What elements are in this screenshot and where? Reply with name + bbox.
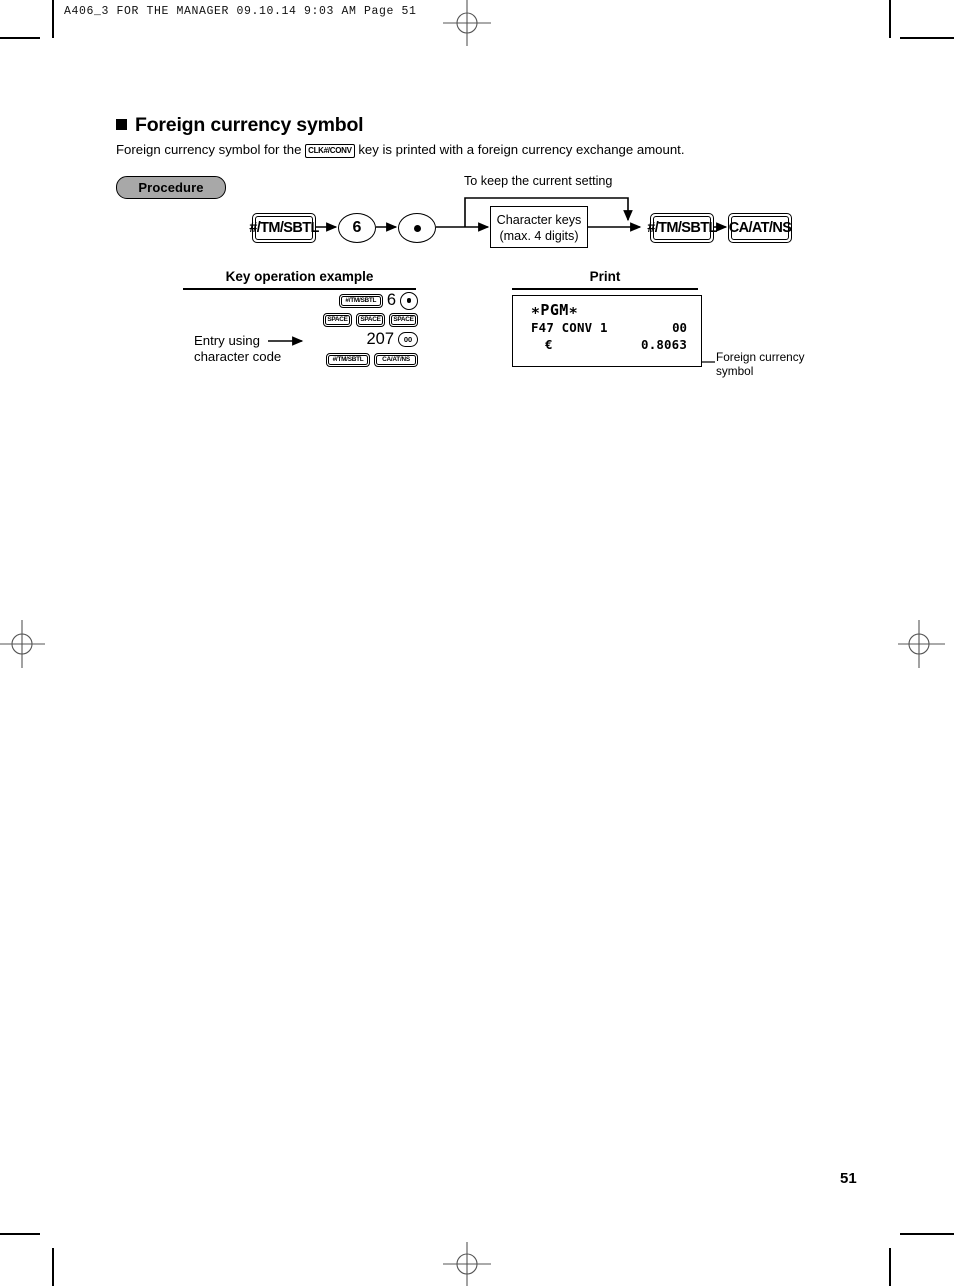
flow-key-six-label: 6 [352, 219, 362, 236]
key-button-space-2: SPACE [356, 312, 385, 327]
receipt-currency-symbol: € [545, 337, 553, 352]
square-bullet-icon [116, 119, 127, 130]
entry-annotation-line2: character code [194, 348, 282, 364]
key-digit-six: 6 [386, 291, 396, 309]
procedure-flow-diagram: To keep the current setting #/TM/SBTL 6 … [240, 172, 810, 252]
receipt-callout-line2: symbol [716, 363, 754, 378]
receipt-header: ∗PGM∗ [531, 301, 579, 319]
intro-text-before: Foreign currency symbol for the [116, 142, 302, 157]
key-button-decimal-point [400, 291, 418, 310]
key-button-ca-at-ns: CA/AT/NS [374, 352, 418, 367]
entry-annotation: Entry using character code [194, 333, 281, 364]
key-sequence-row: 207 00 [308, 330, 418, 349]
flow-box-character-keys-line2: (max. 4 digits) [499, 229, 579, 243]
flow-box-character-keys-line1: Character keys [496, 213, 582, 227]
receipt-line2-value: 00 [672, 320, 687, 335]
intro-text-after: key is printed with a foreign currency e… [358, 142, 685, 157]
flow-key-decimal-point [398, 213, 436, 243]
key-sequence-row: #/TM/SBTL 6 [308, 291, 418, 310]
key-button-tm-sbtl: #/TM/SBTL [338, 293, 383, 308]
decimal-point-icon-small [406, 298, 412, 303]
key-button-space-1: SPACE [323, 312, 352, 327]
key-digits-207: 207 [366, 330, 394, 348]
procedure-badge: Procedure [116, 176, 226, 199]
decimal-point-icon [413, 224, 421, 232]
receipt-line3-value: 0.8063 [641, 337, 687, 352]
flow-key-tm-sbtl-1: #/TM/SBTL [249, 213, 319, 243]
flow-key-six: 6 [338, 213, 376, 243]
flow-key-ca-at-ns-label: CA/AT/NS [729, 216, 792, 240]
flow-key-tm-sbtl-2-label: #/TM/SBTL [647, 216, 717, 240]
receipt-callout: Foreign currency symbol [716, 350, 805, 378]
flow-key-tm-sbtl-2: #/TM/SBTL [647, 213, 717, 243]
flow-box-character-keys: Character keys (max. 4 digits) [490, 206, 588, 248]
intro-paragraph: Foreign currency symbol for the CLK#/CON… [116, 142, 685, 158]
page-content: Foreign currency symbol Foreign currency… [0, 0, 954, 1286]
page-title: Foreign currency symbol [116, 114, 364, 137]
key-sequence-row: #/TM/SBTL CA/AT/NS [308, 351, 418, 368]
receipt-line2-label: F47 CONV 1 [531, 320, 608, 335]
key-button-double-zero: 00 [398, 332, 418, 347]
entry-annotation-line1: Entry using [194, 333, 260, 348]
key-sequence-row: SPACE SPACE SPACE [308, 311, 418, 328]
key-operation-heading: Key operation example [225, 269, 374, 284]
flow-key-tm-sbtl-1-label: #/TM/SBTL [249, 216, 319, 240]
key-button-space-3: SPACE [389, 312, 418, 327]
receipt-callout-line1: Foreign currency [716, 350, 805, 364]
page-number: 51 [840, 1170, 857, 1187]
flow-key-ca-at-ns: CA/AT/NS [728, 213, 792, 243]
key-operation-heading-rule [183, 288, 416, 290]
key-operation-sequence: #/TM/SBTL 6 SPACE SPACE SPACE 207 00 #/T… [308, 291, 418, 370]
key-button-tm-sbtl-final: #/TM/SBTL [326, 352, 370, 367]
print-sample-receipt: ∗PGM∗ F47 CONV 1 00 € 0.8063 [512, 295, 702, 367]
page-title-text: Foreign currency symbol [135, 114, 364, 136]
print-heading-rule [512, 288, 698, 290]
key-chip-clk-conv: CLK#/CONV [305, 144, 355, 158]
print-heading: Print [589, 269, 621, 284]
